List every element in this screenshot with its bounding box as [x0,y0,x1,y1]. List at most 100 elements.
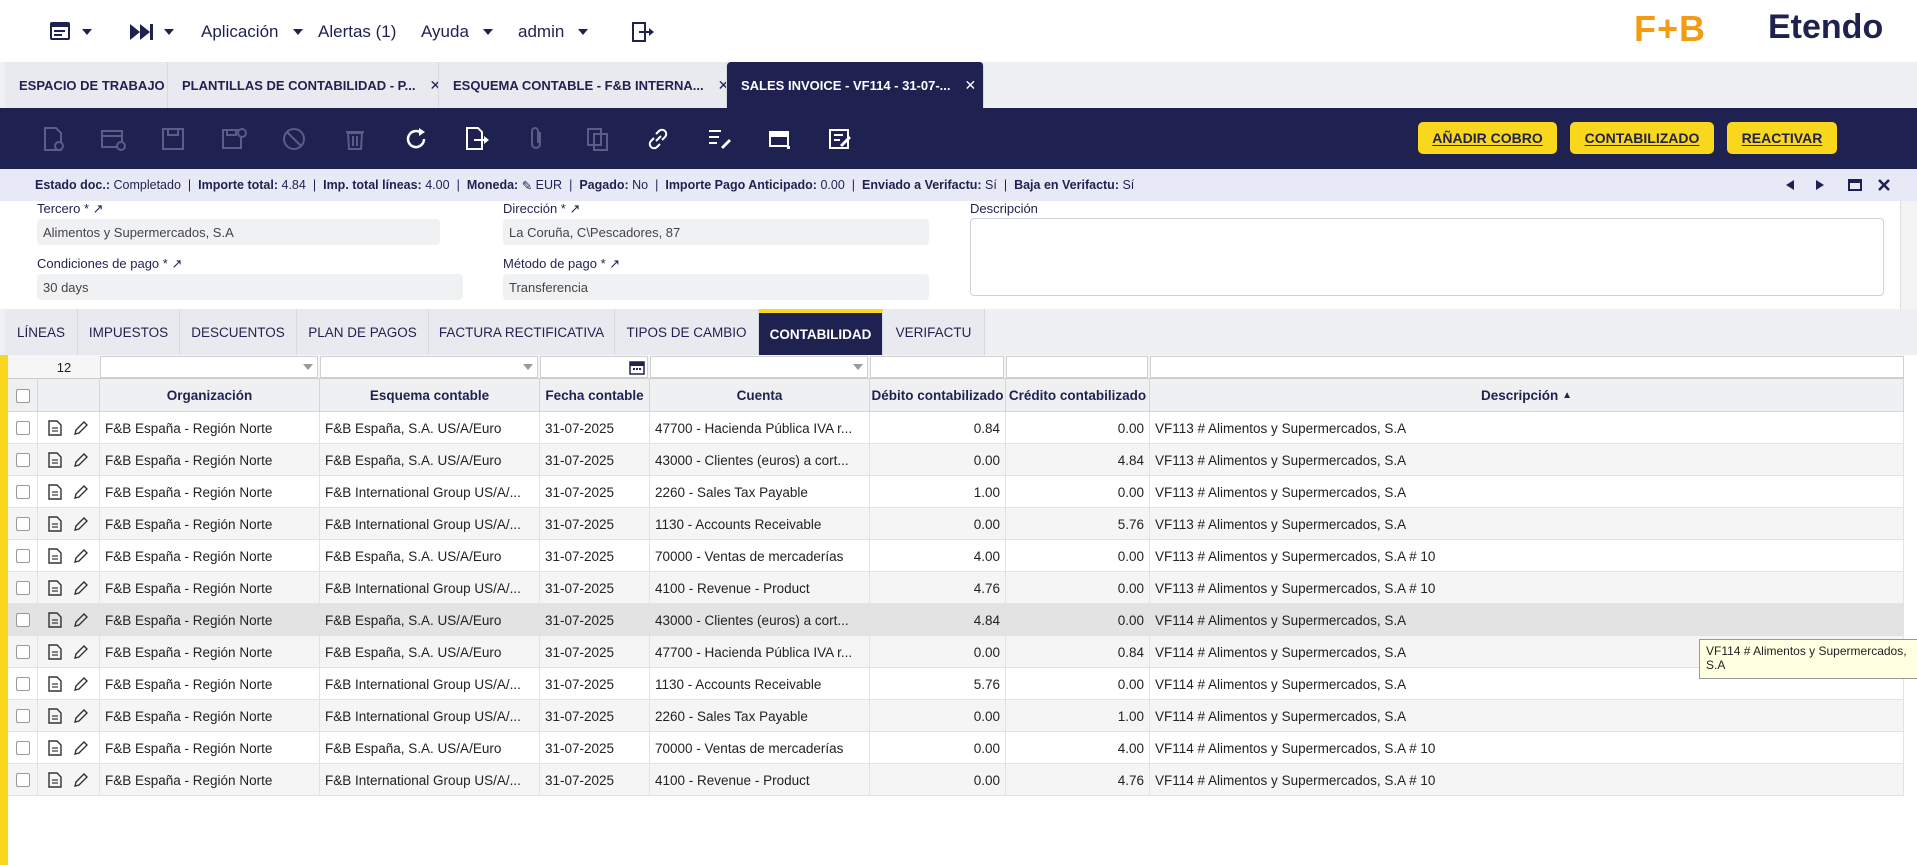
table-row[interactable]: F&B España - Región Norte F&B España, S.A… [8,444,1904,476]
filter-fecha[interactable] [540,356,648,378]
tab-contabilidad[interactable]: CONTABILIDAD [759,309,883,355]
tab-accounting-schema[interactable]: ESQUEMA CONTABLE - F&B INTERNA... ✕ [439,62,727,108]
filter-descripcion[interactable] [1150,356,1904,378]
filter-organizacion[interactable] [100,356,318,378]
table-row[interactable]: F&B España - Región Norte F&B España, S.A… [8,540,1904,572]
open-document-icon[interactable] [48,740,62,756]
row-checkbox[interactable] [15,773,30,787]
table-row[interactable]: F&B España - Región Norte F&B España, S.A… [8,636,1904,668]
menu-application[interactable]: Aplicación [201,20,303,44]
tab-factura-rectificativa[interactable]: FACTURA RECTIFICATIVA [429,309,615,355]
add-payment-button[interactable]: AÑADIR COBRO [1418,122,1557,154]
open-document-icon[interactable] [48,516,62,532]
edit-form-icon[interactable] [825,124,855,154]
row-checkbox[interactable] [15,549,30,563]
edit-pencil-icon[interactable] [73,612,89,628]
edit-pencil-icon[interactable] [73,740,89,756]
row-checkbox[interactable] [15,517,30,531]
filter-credito[interactable] [1006,356,1148,378]
edit-pencil-icon[interactable] [73,708,89,724]
table-row[interactable]: F&B España - Región Norte F&B Internation… [8,700,1904,732]
row-checkbox[interactable] [15,709,30,723]
link-icon[interactable]: ↗ [171,256,182,271]
filter-debito[interactable] [870,356,1004,378]
quick-launch-menu-icon[interactable] [128,20,174,44]
close-icon[interactable]: ✕ [718,77,726,94]
tab-plan-de-pagos[interactable]: PLAN DE PAGOS [297,309,429,355]
table-row[interactable]: F&B España - Región Norte F&B Internation… [8,572,1904,604]
refresh-icon[interactable] [401,124,431,154]
row-checkbox[interactable] [15,453,30,467]
link-icon[interactable]: ↗ [93,201,104,216]
table-row[interactable]: F&B España - Región Norte F&B España, S.A… [8,732,1904,764]
new-window-menu-icon[interactable] [50,20,92,44]
row-checkbox[interactable] [15,613,30,627]
tab-impuestos[interactable]: IMPUESTOS [78,309,180,355]
column-debito[interactable]: Débito contabilizado [870,379,1006,412]
open-document-icon[interactable] [48,452,62,468]
edit-pencil-icon[interactable] [73,452,89,468]
edit-pencil-icon[interactable] [73,548,89,564]
export-icon[interactable] [461,124,491,154]
link-icon[interactable]: ↗ [569,201,580,216]
tab-accounting-templates[interactable]: PLANTILLAS DE CONTABILIDAD - P... ✕ [168,62,439,108]
attachment-icon[interactable] [522,124,552,154]
edit-pencil-icon[interactable] [73,420,89,436]
grid-view-icon[interactable] [765,124,795,154]
audit-trail-icon[interactable] [704,124,734,154]
close-record-button[interactable] [1873,174,1895,196]
logout-button[interactable] [631,20,655,44]
menu-alerts[interactable]: Alertas (1) [318,20,396,44]
table-row[interactable]: F&B España - Región Norte F&B Internation… [8,764,1904,796]
table-row[interactable]: F&B España - Región Norte F&B Internation… [8,668,1904,700]
column-fecha[interactable]: Fecha contable [540,379,650,412]
open-document-icon[interactable] [48,548,62,564]
open-document-icon[interactable] [48,420,62,436]
row-checkbox[interactable] [15,677,30,691]
table-row[interactable]: F&B España - Región Norte F&B España, S.A… [8,412,1904,444]
form-scrollbar[interactable] [1900,201,1917,309]
edit-pencil-icon[interactable] [73,516,89,532]
tab-sales-invoice[interactable]: SALES INVOICE - VF114 - 31-07-... ✕ [727,62,984,108]
row-checkbox[interactable] [15,421,30,435]
clone-icon[interactable] [583,124,613,154]
maximize-button[interactable] [1844,174,1866,196]
close-icon[interactable]: ✕ [430,77,438,94]
column-credito[interactable]: Crédito contabilizado [1006,379,1150,412]
column-descripcion[interactable]: Descripción ▲ [1150,379,1904,412]
previous-record-button[interactable] [1779,174,1801,196]
delete-icon[interactable] [340,124,370,154]
filter-esquema[interactable] [320,356,538,378]
table-row[interactable]: F&B España - Región Norte F&B Internation… [8,476,1904,508]
tab-descuentos[interactable]: DESCUENTOS [180,309,297,355]
tab-lineas[interactable]: LÍNEAS [5,309,78,355]
menu-user[interactable]: admin [518,20,589,44]
row-checkbox[interactable] [15,645,30,659]
tab-verifactu[interactable]: VERIFACTU [883,309,985,355]
table-row[interactable]: F&B España - Región Norte F&B Internation… [8,508,1904,540]
open-document-icon[interactable] [48,612,62,628]
open-document-icon[interactable] [48,644,62,660]
direccion-field[interactable]: La Coruña, C\Pescadores, 87 [503,219,929,245]
edit-pencil-icon[interactable] [73,580,89,596]
open-document-icon[interactable] [48,772,62,788]
column-cuenta[interactable]: Cuenta [650,379,870,412]
new-document-icon[interactable] [38,124,68,154]
edit-pencil-icon[interactable] [73,772,89,788]
edit-pencil-icon[interactable] [73,484,89,500]
posted-button[interactable]: CONTABILIZADO [1570,122,1714,154]
edit-pencil-icon[interactable] [73,676,89,692]
open-document-icon[interactable] [48,676,62,692]
condiciones-field[interactable]: 30 days [37,274,463,300]
open-document-icon[interactable] [48,708,62,724]
open-document-icon[interactable] [48,580,62,596]
metodo-field[interactable]: Transferencia [503,274,929,300]
new-row-icon[interactable] [98,124,128,154]
tab-tipos-de-cambio[interactable]: TIPOS DE CAMBIO [615,309,759,355]
link-icon[interactable]: ↗ [609,256,620,271]
edit-pencil-icon[interactable] [73,644,89,660]
menu-help[interactable]: Ayuda [421,20,493,44]
row-checkbox[interactable] [15,741,30,755]
open-document-icon[interactable] [48,484,62,500]
column-esquema[interactable]: Esquema contable [320,379,540,412]
